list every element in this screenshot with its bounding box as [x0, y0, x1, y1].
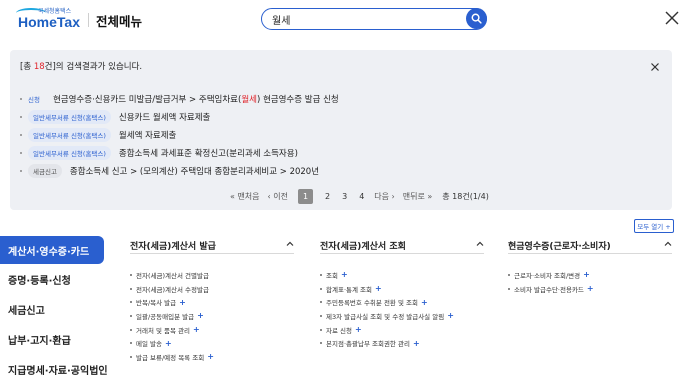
results-count-number: 18 — [33, 62, 45, 72]
page-link-3[interactable]: 3 — [342, 192, 347, 201]
close-icon[interactable] — [664, 10, 680, 26]
menu-item[interactable]: 반복/복사 발급 + — [130, 295, 294, 309]
result-item[interactable]: 일반세무서류 신청(홈택스) 신용카드 월세액 자료제출 — [20, 108, 660, 126]
header: 국세청홈택스 HomeTax 전체메뉴 — [0, 0, 680, 42]
menu-column-inquiry: 전자(세금)계산서 조회 조회 + 합계표·통계 조회 + 주민등록번호 수취분 전… — [320, 236, 484, 380]
expand-plus-icon[interactable]: + — [197, 311, 204, 320]
close-results-icon[interactable] — [650, 62, 660, 72]
column-header[interactable]: 전자(세금)계산서 조회 — [320, 236, 484, 254]
menu-list: 조회 + 합계표·통계 조회 + 주민등록번호 수취분 전환 및 조회 + 제3자 발… — [320, 268, 484, 350]
menu-column-issue: 전자(세금)계산서 발급 전자(세금)계산서 건별발급 전자(세금)계산서 수정… — [130, 236, 294, 380]
result-list: 신청 현금영수증·신용카드 미발급/발급거부 > 주택임차료(월세) 현금영수증… — [20, 90, 660, 180]
menu-item[interactable]: 본지점·총괄납부 조회권한 관리 + — [320, 336, 484, 350]
expand-plus-icon[interactable]: + — [165, 339, 172, 348]
hometax-logo[interactable]: 국세청홈택스 HomeTax — [16, 6, 82, 34]
header-divider — [88, 13, 89, 27]
next-page-link[interactable]: 다음 › — [374, 191, 394, 202]
expand-plus-icon[interactable]: + — [447, 311, 454, 320]
menu-list: 근로자·소비자 조회/변경 + 소비자 발급수단·전용카드 + — [508, 268, 672, 295]
expand-plus-icon[interactable]: + — [413, 339, 420, 348]
expand-plus-icon[interactable]: + — [179, 298, 186, 307]
nav-item-statements[interactable]: 지급명세·자료·공익법인 — [0, 354, 108, 380]
search-button[interactable] — [466, 8, 487, 29]
expand-all-button[interactable]: 모두 열기 + — [634, 219, 674, 233]
nav-item-tax-return[interactable]: 세금신고 — [0, 294, 104, 324]
pagination: « 맨처음 ‹ 이전 1 2 3 4 다음 › 맨뒤로 » 총 18건(1/4) — [226, 188, 489, 204]
menu-item[interactable]: 근로자·소비자 조회/변경 + — [508, 268, 672, 282]
result-tag: 일반세무서류 신청(홈택스) — [28, 110, 111, 124]
first-page-link[interactable]: « 맨처음 — [230, 191, 260, 202]
nav-item-receipts[interactable]: 계산서·영수증·카드 — [0, 236, 104, 264]
result-link[interactable]: 종합소득세 신고 > (모의계산) 주택임대 종합분리과세비교 > 2020년 — [70, 165, 319, 177]
last-page-link[interactable]: 맨뒤로 » — [403, 191, 433, 202]
expand-plus-icon[interactable]: + — [341, 270, 348, 279]
chevron-up-icon[interactable] — [664, 240, 672, 248]
expand-plus-icon[interactable]: + — [193, 325, 200, 334]
result-link[interactable]: 월세액 자료제출 — [119, 129, 176, 141]
current-page[interactable]: 1 — [298, 188, 313, 204]
search-icon — [471, 13, 482, 24]
menu-item[interactable]: 조회 + — [320, 268, 484, 282]
result-item[interactable]: 일반세무서류 신청(홈택스) 월세액 자료제출 — [20, 126, 660, 144]
category-nav: 계산서·영수증·카드 증명·등록·신청 세금신고 납부·고지·환급 지급명세·자… — [0, 236, 108, 380]
expand-plus-icon[interactable]: + — [587, 284, 594, 293]
page-total: 총 18건(1/4) — [442, 191, 489, 201]
search-input[interactable] — [272, 11, 452, 27]
menu-item[interactable]: 거래처 및 품목 관리 + — [130, 323, 294, 337]
result-item[interactable]: 신청 현금영수증·신용카드 미발급/발급거부 > 주택임차료(월세) 현금영수증… — [20, 90, 660, 108]
result-link[interactable]: 신용카드 월세액 자료제출 — [119, 111, 210, 123]
menu-item[interactable]: 발급 보류/예정 목록 조회 + — [130, 350, 294, 364]
menu-item[interactable]: 제3자 발급사실 조회 및 수정 발급사실 알림 + — [320, 309, 484, 323]
expand-plus-icon[interactable]: + — [207, 352, 214, 361]
page-title: 전체메뉴 — [96, 14, 143, 29]
menu-list: 전자(세금)계산서 건별발급 전자(세금)계산서 수정발급 반복/복사 발급 + … — [130, 268, 294, 364]
menu-item[interactable]: 주민등록번호 수취분 전환 및 조회 + — [320, 295, 484, 309]
menu-item[interactable]: 일괄/공동매입분 발급 + — [130, 309, 294, 323]
results-count: [총 18건]의 검색결과가 있습니다. — [20, 62, 143, 72]
search-box[interactable] — [261, 8, 487, 30]
logo-text: HomeTax — [18, 14, 80, 30]
menu-column-cash-receipt: 현금영수증(근로자·소비자) 근로자·소비자 조회/변경 + 소비자 발급수단·전… — [508, 236, 672, 380]
menu-item[interactable]: 소비자 발급수단·전용카드 + — [508, 282, 672, 296]
page-link-4[interactable]: 4 — [359, 192, 364, 201]
expand-plus-icon[interactable]: + — [375, 284, 382, 293]
result-item[interactable]: 세금신고 종합소득세 신고 > (모의계산) 주택임대 종합분리과세비교 > 2… — [20, 162, 660, 180]
result-tag: 신청 — [28, 96, 40, 104]
chevron-up-icon[interactable] — [476, 240, 484, 248]
nav-item-payment[interactable]: 납부·고지·환급 — [0, 324, 104, 354]
prev-page-link[interactable]: ‹ 이전 — [268, 191, 288, 202]
menu-item[interactable]: 메일 발송 + — [130, 336, 294, 350]
column-header[interactable]: 전자(세금)계산서 발급 — [130, 236, 294, 254]
expand-plus-icon[interactable]: + — [583, 270, 590, 279]
column-header[interactable]: 현금영수증(근로자·소비자) — [508, 236, 672, 254]
result-link[interactable]: 현금영수증·신용카드 미발급/발급거부 > 주택임차료(월세) 현금영수증 발급… — [53, 93, 339, 105]
nav-item-certificates[interactable]: 증명·등록·신청 — [0, 264, 104, 294]
expand-plus-icon[interactable]: + — [421, 298, 428, 307]
menu-item[interactable]: 전자(세금)계산서 건별발급 — [130, 268, 294, 282]
menu-item[interactable]: 자료 신청 + — [320, 323, 484, 337]
expand-plus-icon[interactable]: + — [355, 325, 362, 334]
result-item[interactable]: 일반세무서류 신청(홈택스) 종합소득세 과세표준 확정신고(분리과세 소득자용… — [20, 144, 660, 162]
chevron-up-icon[interactable] — [286, 240, 294, 248]
result-link[interactable]: 종합소득세 과세표준 확정신고(분리과세 소득자용) — [119, 147, 298, 159]
result-tag: 일반세무서류 신청(홈택스) — [28, 146, 111, 160]
result-tag: 일반세무서류 신청(홈택스) — [28, 128, 111, 142]
menu-item[interactable]: 전자(세금)계산서 수정발급 — [130, 282, 294, 296]
page-link-2[interactable]: 2 — [325, 192, 330, 201]
search-results-panel: [총 18건]의 검색결과가 있습니다. 신청 현금영수증·신용카드 미발급/발… — [10, 50, 672, 210]
result-tag: 세금신고 — [28, 164, 62, 178]
menu-item[interactable]: 합계표·통계 조회 + — [320, 282, 484, 296]
